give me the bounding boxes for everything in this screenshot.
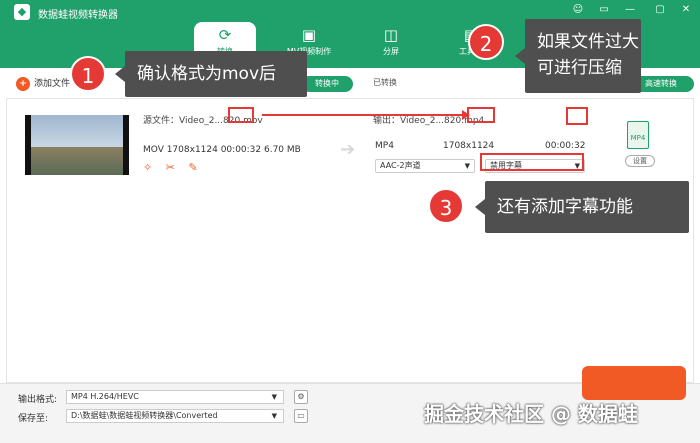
callout-1: 确认格式为mov后 bbox=[115, 51, 307, 97]
plus-icon: + bbox=[16, 77, 30, 91]
save-path-select[interactable]: D:\数据蛙\数据蛙视频转换器\Converted ▼ bbox=[66, 409, 284, 423]
folder-icon[interactable]: ▭ bbox=[294, 409, 308, 423]
annotation-subtitle-box bbox=[480, 153, 584, 171]
edit-actions: ✧ ✂ ✎ bbox=[143, 161, 208, 174]
app-title: 数据蛙视频转换器 bbox=[38, 10, 118, 21]
thumbnail-land bbox=[31, 147, 123, 175]
tab-converted[interactable]: 已转换 bbox=[373, 77, 397, 88]
chevron-down-icon: ▼ bbox=[464, 162, 470, 170]
app-logo-icon: ◆ bbox=[14, 4, 30, 20]
mv-icon: ▣ bbox=[301, 26, 317, 44]
thumbnail-sky bbox=[31, 115, 123, 147]
output-format-badge[interactable]: MP4 bbox=[627, 121, 649, 149]
output-resolution: 1708x1124 bbox=[443, 141, 495, 151]
step-number-1: 1 bbox=[70, 56, 106, 92]
feedback-icon[interactable]: ☺ bbox=[570, 4, 586, 15]
annotation-arrow-line bbox=[262, 114, 464, 116]
format-settings-icon[interactable]: ⚙ bbox=[294, 390, 308, 404]
close-button[interactable]: ✕ bbox=[678, 4, 694, 15]
step-number-3: 3 bbox=[428, 188, 464, 224]
audio-value: AAC-2声道 bbox=[380, 161, 421, 170]
annotation-mp4-box bbox=[467, 107, 495, 123]
audio-select[interactable]: AAC-2声道 ▼ bbox=[375, 159, 475, 173]
watermark: 掘金技术社区 @ 数据蛙 bbox=[424, 402, 638, 426]
add-file-button[interactable]: + 添加文件 bbox=[16, 76, 70, 91]
edit-icon[interactable]: ✎ bbox=[188, 161, 197, 174]
step-number-2: 2 bbox=[468, 24, 504, 60]
annotation-mov-box bbox=[228, 107, 254, 123]
output-format: MP4 bbox=[375, 141, 394, 151]
output-duration: 00:00:32 bbox=[545, 141, 586, 151]
callout-3: 还有添加字幕功能 bbox=[475, 181, 689, 233]
tab-splitscreen[interactable]: ◫ 分屏 bbox=[360, 22, 422, 68]
video-thumbnail[interactable] bbox=[25, 115, 129, 175]
file-list: 源文件：Video_2...820.mov MOV 1708x1124 00:0… bbox=[6, 98, 694, 383]
format-value: MP4 H.264/HEVC bbox=[71, 392, 139, 401]
settings-button[interactable]: 设置 bbox=[625, 155, 655, 167]
chevron-down-icon: ▼ bbox=[271, 393, 277, 401]
enhance-icon[interactable]: ✧ bbox=[143, 161, 152, 174]
cut-icon[interactable]: ✂ bbox=[166, 161, 175, 174]
callout-2: 如果文件过大 可进行压缩 bbox=[515, 19, 641, 93]
annotation-compress-box bbox=[566, 107, 588, 125]
splitscreen-icon: ◫ bbox=[383, 26, 399, 44]
save-path-value: D:\数据蛙\数据蛙视频转换器\Converted bbox=[71, 411, 218, 420]
convert-icon: ⟳ bbox=[218, 26, 232, 44]
maximize-button[interactable]: ▢ bbox=[652, 4, 668, 15]
save-label: 保存至: bbox=[18, 414, 49, 424]
minimize-button[interactable]: — bbox=[622, 4, 638, 15]
source-meta: MOV 1708x1124 00:00:32 6.70 MB bbox=[143, 145, 301, 155]
format-select[interactable]: MP4 H.264/HEVC ▼ bbox=[66, 390, 284, 404]
tab-label: 分屏 bbox=[383, 47, 399, 56]
convert-all-button[interactable] bbox=[582, 366, 686, 400]
tab-converting[interactable]: 转换中 bbox=[301, 76, 353, 92]
format-label: 输出格式: bbox=[18, 395, 58, 405]
message-icon[interactable]: ▭ bbox=[596, 4, 612, 15]
app-window: ◆ 数据蛙视频转换器 ☺ ▭ — ▢ ✕ ⟳ 转换 ▣ MV视频制作 ◫ 分屏 … bbox=[0, 0, 700, 443]
add-file-label: 添加文件 bbox=[34, 79, 71, 89]
convert-arrow-icon: ➔ bbox=[340, 139, 356, 160]
chevron-down-icon: ▼ bbox=[271, 412, 277, 420]
